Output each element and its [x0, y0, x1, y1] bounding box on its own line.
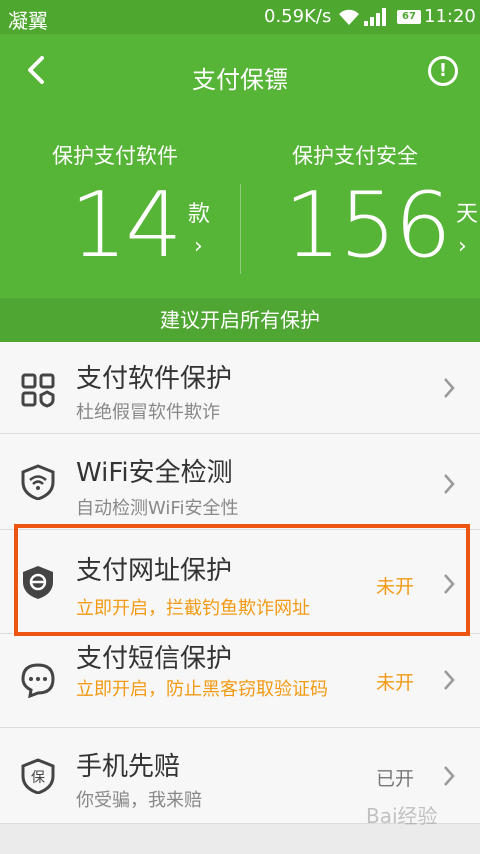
insurance-shield-icon: 保 [21, 758, 55, 794]
chevron-right-icon [444, 766, 455, 786]
days-protected-count[interactable]: 156 [284, 176, 452, 276]
chevron-right-icon [444, 378, 455, 398]
carrier-name: 凝翼 [8, 9, 48, 33]
chevron-right-icon[interactable]: › [194, 234, 203, 259]
page-title: 支付保镖 [192, 66, 288, 94]
item-subtitle: 你受骗，我来赔 [76, 790, 202, 811]
clock: 11:20 [424, 6, 476, 27]
item-subtitle: 杜绝假冒软件欺诈 [76, 402, 220, 423]
chevron-right-icon [444, 670, 455, 690]
wifi-icon [339, 9, 359, 25]
message-icon [21, 663, 55, 698]
status-badge: 已开 [376, 768, 415, 790]
battery-icon: 67 [397, 10, 421, 24]
apps-protected-unit: 款 [188, 202, 211, 227]
network-speed: 0.59K/s [264, 6, 332, 27]
hero-section: 支付保镖 ! 保护支付软件 14 款 › 保护支付安全 156 天 › [0, 34, 480, 298]
wifi-shield-icon [21, 464, 55, 500]
status-bar: 凝翼 0.59K/s 67 11:20 [0, 0, 480, 34]
chevron-right-icon[interactable]: › [458, 234, 467, 259]
highlight-box [14, 524, 470, 636]
svg-text:保: 保 [31, 770, 45, 786]
exclamation-circle-icon[interactable]: ! [428, 56, 458, 86]
item-title: 支付软件保护 [76, 364, 233, 394]
stats-divider [240, 184, 241, 274]
status-badge: 未开 [376, 672, 415, 694]
days-protected-unit: 天 [456, 202, 479, 227]
item-title: WiFi安全检测 [76, 458, 233, 488]
apps-grid-icon [21, 373, 55, 408]
list-item-wifi-check[interactable]: WiFi安全检测 自动检测WiFi安全性 [0, 434, 480, 530]
list-item-app-protection[interactable]: 支付软件保护 杜绝假冒软件欺诈 [0, 342, 480, 434]
recommend-banner[interactable]: 建议开启所有保护 [0, 298, 480, 342]
days-protected-label: 保护支付安全 [292, 144, 418, 168]
item-title: 手机先赔 [76, 752, 181, 782]
apps-protected-label: 保护支付软件 [52, 144, 178, 168]
apps-protected-count[interactable]: 14 [70, 176, 183, 276]
chevron-right-icon [444, 474, 455, 494]
signal-icon [364, 8, 386, 26]
list-item-sms-protection[interactable]: 支付短信保护 立即开启，防止黑客窃取验证码 未开 [0, 634, 480, 728]
item-title: 支付短信保护 [76, 644, 233, 674]
watermark: Bai经验 [366, 804, 438, 828]
item-subtitle: 自动检测WiFi安全性 [76, 498, 239, 519]
item-subtitle: 立即开启，防止黑客窃取验证码 [76, 679, 328, 700]
